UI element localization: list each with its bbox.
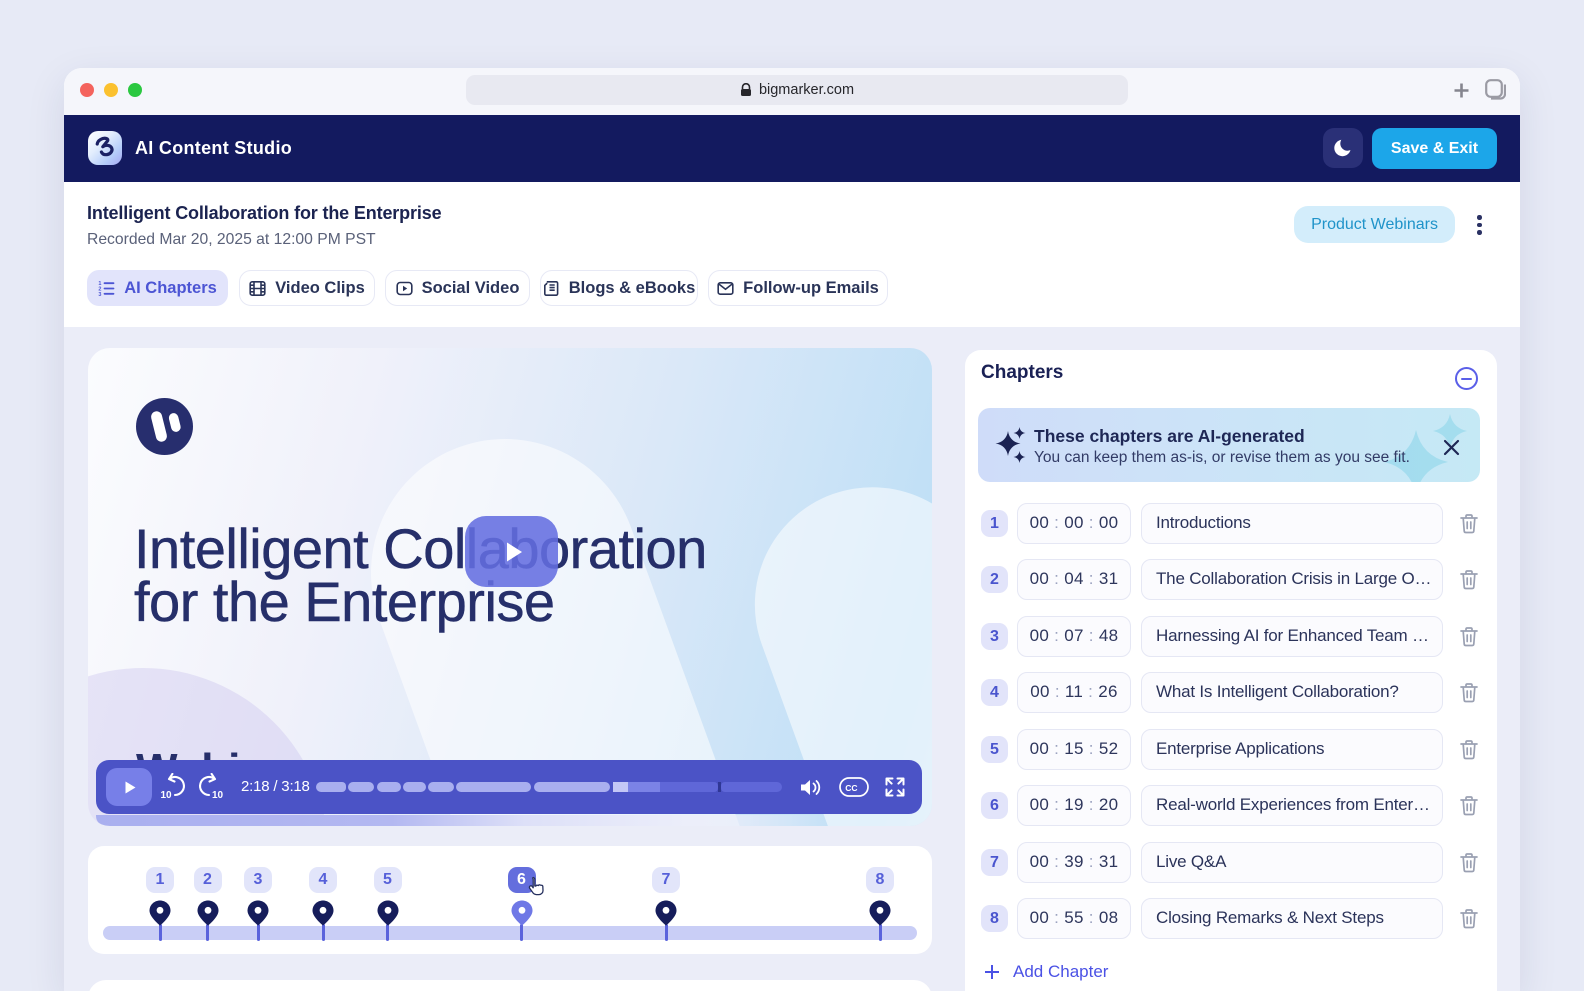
svg-text:10: 10	[212, 790, 224, 801]
svg-text:CC: CC	[845, 783, 857, 793]
svg-text:10: 10	[161, 790, 173, 801]
svg-text:3: 3	[99, 291, 102, 296]
